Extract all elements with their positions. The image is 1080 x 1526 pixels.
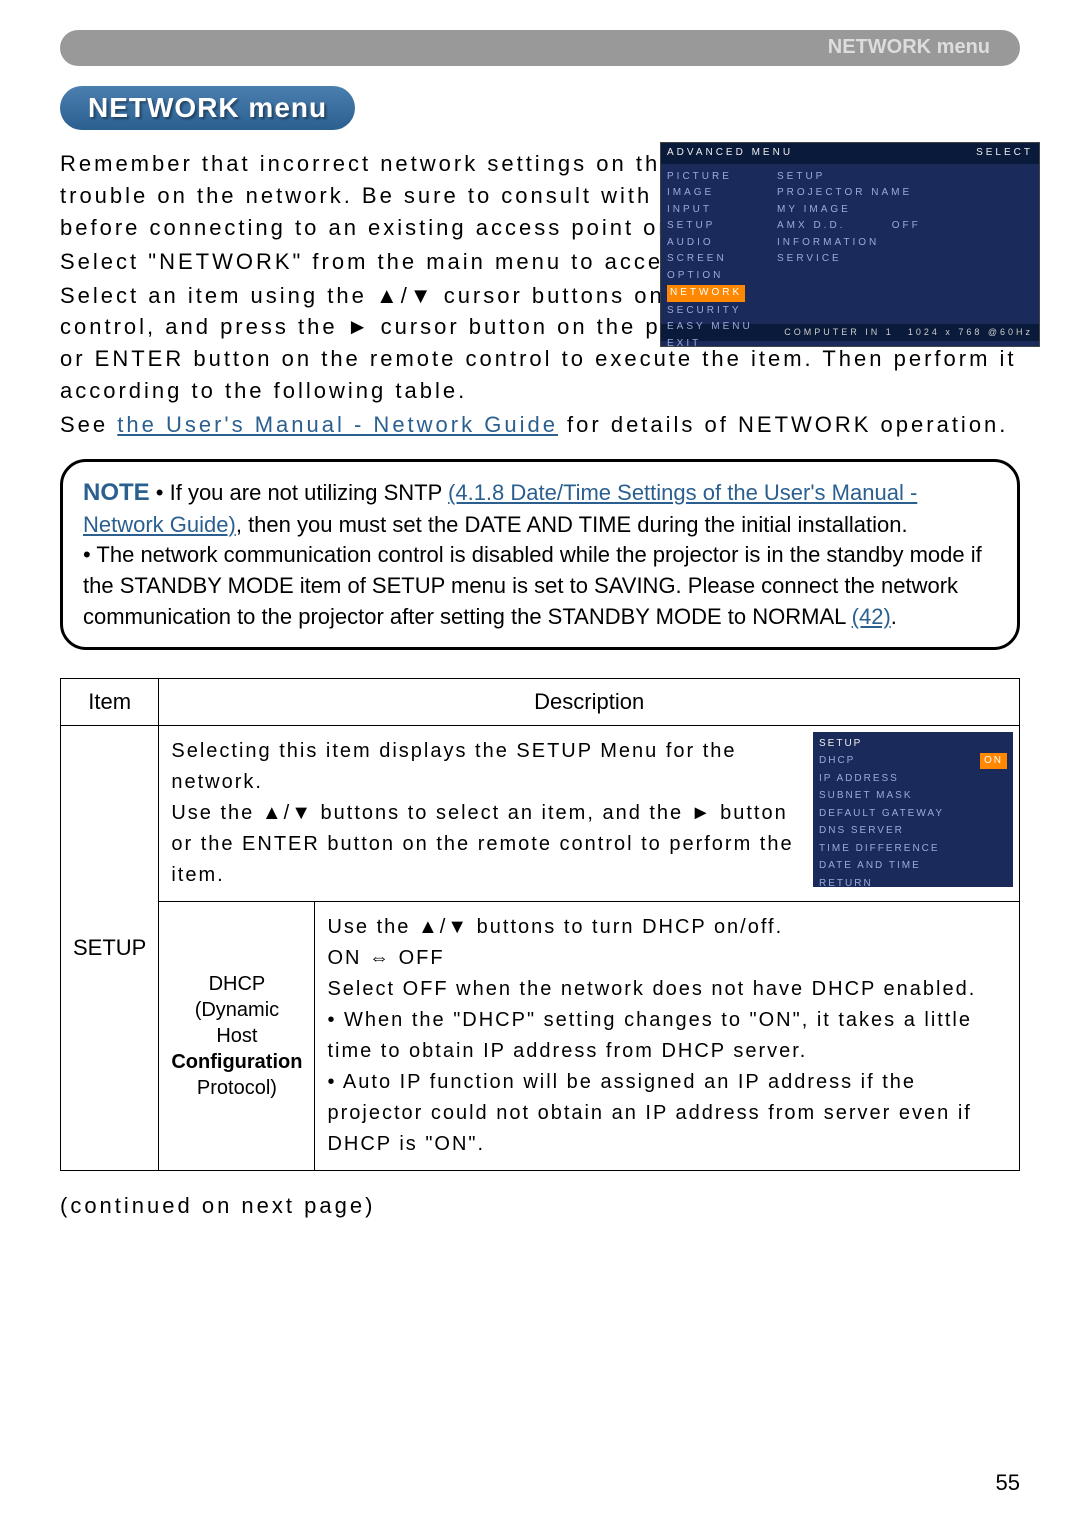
note-box: NOTE • If you are not utilizing SNTP (4.… (60, 459, 1020, 650)
osd-left-item: AUDIO (667, 236, 765, 251)
continued-line: (continued on next page) (60, 1193, 1020, 1219)
osd-right-item: AMX D.D. OFF (777, 219, 1033, 234)
cell-dhcp-desc: Use the ▲/▼ buttons to turn DHCP on/off.… (315, 901, 1020, 1170)
link-network-guide[interactable]: the User's Manual - Network Guide (117, 412, 558, 437)
osd-left-item: SCREEN (667, 252, 765, 267)
dhcp-text: Use the ▲/▼ buttons to turn DHCP on/off.… (327, 912, 1007, 1160)
note-line2: • The network communication control is d… (83, 542, 982, 629)
osd-right-item: INFORMATION (777, 236, 1033, 251)
page-title-pill: NETWORK menu (60, 86, 355, 130)
osd-left-item: IMAGE (667, 186, 765, 201)
osd-left-item: EXIT (667, 337, 765, 352)
cell-setup-desc: SETUP DHCPON IP ADDRESS SUBNET MASK DEFA… (159, 725, 1020, 901)
osd-left-item: SECURITY (667, 304, 765, 319)
th-item: Item (61, 678, 159, 725)
link-page42[interactable]: (42) (852, 604, 891, 629)
osd-left-item: NETWORK (667, 285, 765, 302)
note-label: NOTE (83, 479, 150, 506)
intro-p4: See the User's Manual - Network Guide fo… (60, 409, 1020, 441)
osd-title: ADVANCED MENU (667, 146, 793, 161)
description-table: Item Description SETUP SETUP DHCPON IP A… (60, 678, 1020, 1171)
page-number: 55 (996, 1470, 1020, 1496)
osd-right-item: MY IMAGE (777, 203, 1033, 218)
osd-setup-menu: SETUP DHCPON IP ADDRESS SUBNET MASK DEFA… (813, 732, 1013, 887)
osd-right-item: SERVICE (777, 252, 1033, 267)
cell-dhcp: DHCP(Dynamic HostConfigurationProtocol) (159, 901, 315, 1170)
cell-setup: SETUP (61, 725, 159, 1170)
header-label: NETWORK menu (828, 36, 990, 59)
osd-foot-l: COMPUTER IN 1 (784, 326, 894, 339)
osd-left-item: EASY MENU (667, 320, 765, 335)
osd-advanced-menu: ADVANCED MENU SELECT PICTURE IMAGE INPUT… (660, 142, 1040, 347)
osd-select: SELECT (976, 146, 1033, 161)
osd-left-item: INPUT (667, 203, 765, 218)
th-description: Description (159, 678, 1020, 725)
osd-left-item: PICTURE (667, 170, 765, 185)
header-bar: NETWORK menu (60, 30, 1020, 66)
osd-right-item: PROJECTOR NAME (777, 186, 1033, 201)
note-line1: • If you are not utilizing SNTP (4.1.8 D… (83, 480, 917, 537)
osd-left-item: SETUP (667, 219, 765, 234)
osd-right-item: SETUP (777, 170, 1033, 185)
intro-block: ADVANCED MENU SELECT PICTURE IMAGE INPUT… (60, 148, 1020, 441)
osd-left-item: OPTION (667, 269, 765, 284)
osd-foot-r: 1024 x 768 @60Hz (908, 326, 1033, 339)
